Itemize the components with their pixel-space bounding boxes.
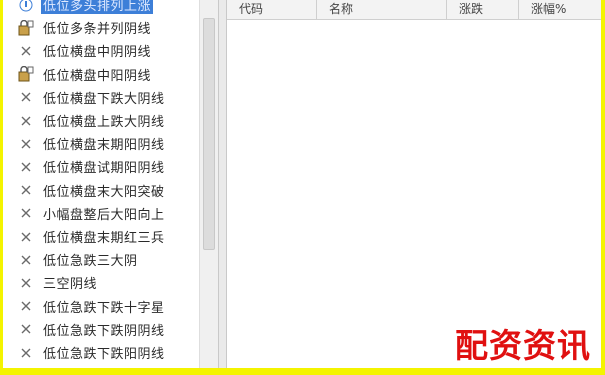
column-header-change-pct[interactable]: 涨幅% [519,0,601,19]
tree-item-label: 低位横盘试期阳阴线 [43,161,165,177]
column-header-change[interactable]: 涨跌 [447,0,519,19]
tree-item-label: 低位横盘中阴阴线 [43,45,152,61]
close-icon [17,112,35,130]
tree-scrollbar[interactable] [199,0,218,372]
tree-item-label: 小幅盘整后大阳向上 [43,207,165,223]
tree-item[interactable]: 低位横盘末大阳突破 [3,179,199,202]
tree-item-label: 低位多条并列阴线 [43,22,152,38]
scrollbar-thumb[interactable] [203,18,215,250]
condition-tree: 低位多头排列上涨 低位多条并列阴线 低位横盘中阴阴线 低位横盘中阳阴线 低位横盘下跌大阴… [3,0,199,372]
close-icon [17,158,35,176]
tree-item-label: 低位急跌下跌阳阴线 [43,347,165,362]
tree-item[interactable]: 低位急跌下跌阴阴线 [3,318,199,341]
tree-item[interactable]: 低位横盘末期阳阴线 [3,132,199,155]
info-icon [17,0,35,14]
close-icon [17,274,35,292]
tree-item[interactable]: 低位横盘试期阳阴线 [3,155,199,178]
close-icon [17,320,35,338]
grid-header: 代码 名称 涨跌 涨幅% [227,0,601,20]
column-header-name[interactable]: 名称 [317,0,447,19]
lock-icon [17,65,35,83]
tree-item[interactable]: 低位急跌三大阴 [3,248,199,271]
bottom-border [0,368,605,375]
tree-item-label: 低位急跌三大阴 [43,254,138,270]
tree-item[interactable]: 三空阴线 [3,271,199,294]
close-icon [17,88,35,106]
app-window: 低位多头排列上涨 低位多条并列阴线 低位横盘中阴阴线 低位横盘中阳阴线 低位横盘下跌大阴… [3,0,601,372]
column-header-code[interactable]: 代码 [227,0,317,19]
pane-splitter[interactable] [218,0,227,372]
tree-item[interactable]: 低位横盘中阴阴线 [3,39,199,62]
tree-item[interactable]: 低位急跌下跌阳阴线 [3,341,199,364]
close-icon [17,344,35,362]
tree-item-label: 三空阴线 [43,277,98,293]
lock-icon [17,19,35,37]
tree-item-label: 低位横盘中阳阴线 [43,68,152,84]
tree-item[interactable]: 低位横盘中阳阴线 [3,63,199,86]
tree-item-label: 低位横盘末大阳突破 [43,184,165,200]
tree-item[interactable]: 低位横盘末期红三兵 [3,225,199,248]
tree-item[interactable]: 低位横盘上跌大阴线 [3,109,199,132]
tree-item[interactable]: 低位横盘下跌大阴线 [3,86,199,109]
close-icon [17,135,35,153]
close-icon [17,228,35,246]
close-icon [17,42,35,60]
result-grid: 代码 名称 涨跌 涨幅% [227,0,601,372]
tree-item-label: 低位横盘末期红三兵 [43,231,165,246]
tree-item-label: 低位横盘上跌大阴线 [43,115,165,130]
close-icon [17,181,35,199]
tree-item[interactable]: 低位急跌下跌十字星 [3,295,199,318]
tree-item[interactable]: 小幅盘整后大阳向上 [3,202,199,225]
tree-item-label: 低位急跌下跌阴阴线 [43,323,165,339]
tree-item[interactable]: 低位多头排列上涨 [3,0,199,16]
watermark-text: 配资资讯 [455,326,591,365]
tree-item-label: 低位横盘末期阳阴线 [43,138,165,154]
tree-item[interactable]: 低位多条并列阴线 [3,16,199,39]
tree-item-label: 低位横盘下跌大阴线 [43,91,165,107]
close-icon [17,297,35,315]
tree-item-label: 低位急跌下跌十字星 [43,300,165,316]
tree-item-label: 低位多头排列上涨 [41,0,154,14]
close-icon [17,251,35,269]
close-icon [17,204,35,222]
